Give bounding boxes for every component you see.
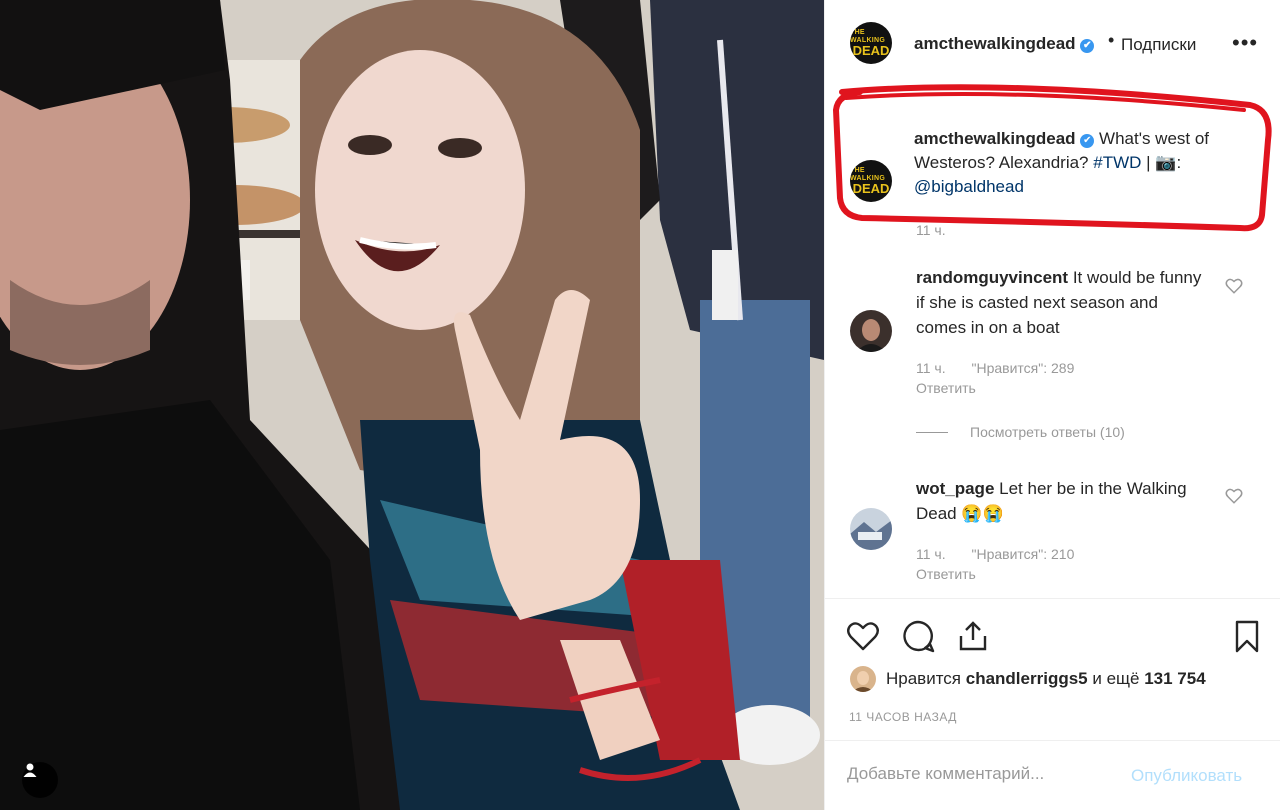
caption: amcthewalkingdead ✔ What's west of Weste… — [914, 127, 1274, 199]
caption-avatar[interactable]: THE WALKING DEAD — [850, 160, 892, 202]
following-button[interactable]: Подписки — [1121, 35, 1196, 55]
view-replies-label[interactable]: Посмотреть ответы (10) — [970, 424, 1125, 440]
comment-time[interactable]: 11 ч. — [916, 360, 946, 376]
comment-time[interactable]: 11 ч. — [916, 546, 946, 562]
caption-separator: | — [1146, 153, 1151, 172]
comment-username[interactable]: wot_page — [916, 479, 994, 498]
account-avatar[interactable]: THE WALKING DEAD — [850, 22, 892, 64]
post-side-panel: THE WALKING DEAD amcthewalkingdead ✔ • П… — [824, 0, 1280, 810]
caption-hashtag-link[interactable]: #TWD — [1093, 153, 1141, 172]
comment-input[interactable] — [847, 764, 1117, 784]
comment-like-count[interactable]: "Нравится": 210 — [972, 546, 1075, 562]
comment-box-divider — [825, 740, 1280, 741]
caption-verified-badge-icon: ✔ — [1080, 134, 1095, 148]
comment-reply-button[interactable]: Ответить — [916, 566, 976, 582]
comment-avatar[interactable] — [850, 310, 892, 352]
bookmark-icon[interactable] — [1229, 618, 1265, 654]
post-time-ago[interactable]: 11 ЧАСОВ НАЗАД — [849, 710, 957, 724]
comment-avatar-image — [850, 508, 892, 550]
caption-timestamp[interactable]: 11 ч. — [916, 222, 946, 238]
comment-like-heart-icon[interactable] — [1225, 487, 1243, 505]
comment-body: wot_page Let her be in the Walking Dead … — [916, 476, 1211, 526]
liker-avatar-image — [850, 666, 876, 692]
comment-like-heart-icon[interactable] — [1225, 277, 1243, 295]
user-icon — [23, 763, 37, 777]
more-options-icon[interactable]: ••• — [1232, 30, 1258, 56]
caption-mention-link[interactable]: @bigbaldhead — [914, 177, 1024, 196]
liker-avatar[interactable] — [850, 666, 876, 692]
likes-count[interactable]: 131 754 — [1144, 669, 1205, 689]
comment-body: randomguyvincent It would be funny if sh… — [916, 265, 1211, 340]
view-replies-divider — [916, 432, 948, 433]
tagged-users-button[interactable] — [22, 762, 58, 798]
publish-button[interactable]: Опубликовать — [1131, 766, 1242, 786]
comment-reply-button[interactable]: Ответить — [916, 380, 976, 396]
likes-middle: и ещё — [1092, 669, 1140, 688]
share-icon[interactable] — [955, 618, 991, 654]
caption-avatar-logo-bottom: DEAD — [852, 181, 890, 196]
comment-like-count[interactable]: "Нравится": 289 — [972, 360, 1075, 376]
caption-colon: : — [1176, 153, 1182, 172]
header-username[interactable]: amcthewalkingdead ✔ — [914, 34, 1095, 54]
post-photo[interactable] — [0, 0, 824, 810]
view-replies-button[interactable]: Посмотреть ответы (10) — [916, 424, 1125, 440]
caption-username[interactable]: amcthewalkingdead — [914, 129, 1076, 148]
header-dot-separator: • — [1108, 30, 1115, 50]
like-heart-icon[interactable] — [845, 618, 881, 654]
verified-badge-icon: ✔ — [1080, 39, 1095, 53]
crying-emoji-icon: 😭😭 — [961, 504, 1004, 523]
comment-bubble-icon[interactable] — [900, 618, 936, 654]
liker-username[interactable]: chandlerriggs5 — [966, 669, 1088, 689]
likes-prefix: Нравится — [886, 669, 962, 688]
comment-avatar[interactable] — [850, 508, 892, 550]
likes-summary[interactable]: Нравится chandlerriggs5 и ещё 131 754 — [850, 666, 1206, 692]
camera-icon: 📷 — [1155, 153, 1177, 172]
comment-meta: 11 ч. "Нравится": 289 — [916, 360, 1096, 376]
photo-illustration — [0, 0, 824, 810]
header-username-text[interactable]: amcthewalkingdead — [914, 34, 1076, 53]
comment-username[interactable]: randomguyvincent — [916, 268, 1068, 287]
avatar-logo-bottom: DEAD — [852, 43, 890, 58]
comment-avatar-image — [850, 310, 892, 352]
actions-divider — [825, 598, 1280, 599]
comment-meta: 11 ч. "Нравится": 210 — [916, 546, 1096, 562]
